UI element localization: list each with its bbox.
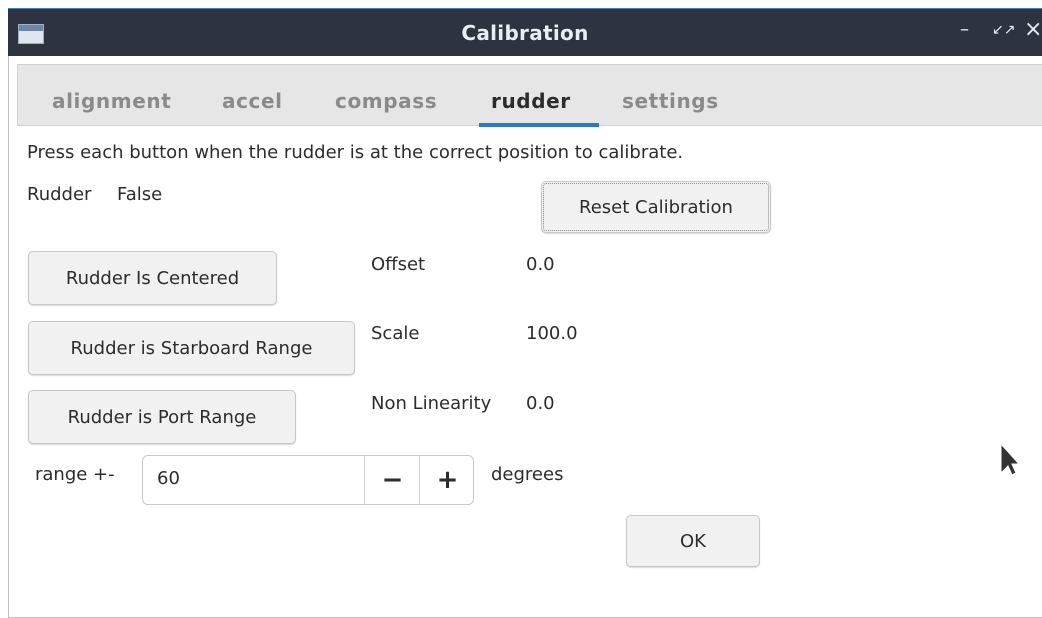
range-input-value[interactable]: 60 <box>157 468 180 489</box>
mouse-pointer-icon <box>1000 443 1020 476</box>
rudder-port-range-button[interactable]: Rudder is Port Range <box>28 390 296 444</box>
calibration-window: Calibration – ↙↗ × alignment accel compa… <box>8 8 1042 618</box>
tab-settings[interactable]: settings <box>622 89 719 113</box>
tab-alignment[interactable]: alignment <box>52 89 171 113</box>
nonlinearity-value: 0.0 <box>526 393 555 414</box>
rudder-status-value: False <box>117 184 163 205</box>
window-title: Calibration <box>461 21 589 45</box>
rudder-centered-button[interactable]: Rudder Is Centered <box>28 251 277 305</box>
maximize-icon[interactable]: ↙↗ <box>992 22 1015 38</box>
range-label: range +- <box>35 464 115 485</box>
close-icon[interactable]: × <box>1024 17 1042 42</box>
range-increment-button[interactable]: + <box>419 456 475 504</box>
title-bar[interactable]: Calibration – ↙↗ × <box>8 8 1042 57</box>
ok-button[interactable]: OK <box>626 515 760 567</box>
offset-value: 0.0 <box>526 254 555 275</box>
tab-accel[interactable]: accel <box>222 89 283 113</box>
dialog-content: alignment accel compass rudder settings … <box>8 56 1042 618</box>
rudder-starboard-range-button[interactable]: Rudder is Starboard Range <box>28 321 355 375</box>
tab-bar: alignment accel compass rudder settings <box>17 64 1042 127</box>
range-spinbox[interactable]: 60 − + <box>142 455 474 505</box>
scale-value: 100.0 <box>526 323 578 344</box>
instruction-text: Press each button when the rudder is at … <box>27 142 684 163</box>
reset-calibration-button[interactable]: Reset Calibration <box>541 181 771 233</box>
rudder-status-label: Rudder <box>27 184 92 205</box>
range-decrement-button[interactable]: − <box>364 456 420 504</box>
offset-label: Offset <box>371 254 426 275</box>
minimize-icon[interactable]: – <box>960 19 969 40</box>
tab-rudder[interactable]: rudder <box>491 89 571 113</box>
active-tab-indicator <box>479 123 599 127</box>
nonlinearity-label: Non Linearity <box>371 393 492 414</box>
tab-compass[interactable]: compass <box>335 89 437 113</box>
scale-label: Scale <box>371 323 420 344</box>
range-unit-label: degrees <box>491 464 564 485</box>
